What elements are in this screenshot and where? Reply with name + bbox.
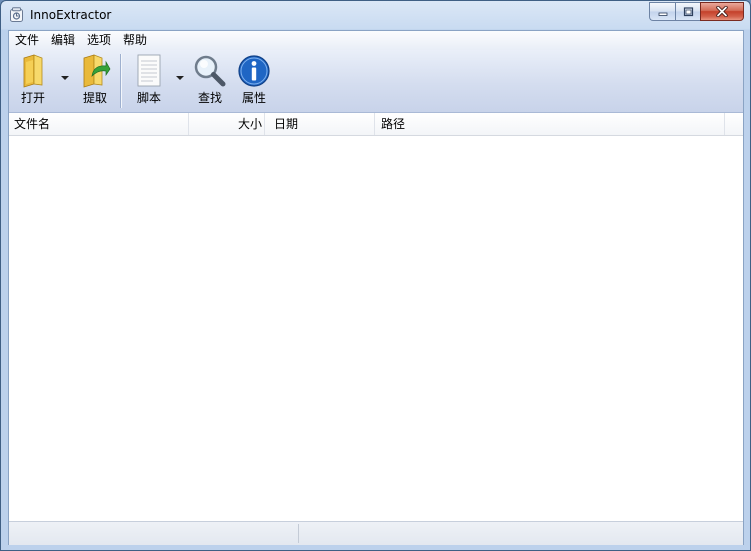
file-list[interactable] — [9, 136, 743, 522]
menu-options[interactable]: 选项 — [81, 31, 117, 50]
menu-edit[interactable]: 编辑 — [45, 31, 81, 50]
open-button[interactable]: 打开 — [16, 54, 50, 106]
extract-button[interactable]: 提取 — [78, 54, 112, 106]
properties-label: 属性 — [241, 91, 266, 105]
close-button[interactable] — [700, 2, 744, 21]
status-bar — [9, 521, 743, 545]
document-icon — [132, 54, 166, 88]
minimize-icon — [658, 12, 667, 16]
script-button[interactable]: 脚本 — [132, 54, 166, 106]
open-dropdown-arrow[interactable] — [61, 76, 69, 80]
main-window: InnoExtractor 文件 编辑 选项 帮助 打开 提取 脚本 查找 属性… — [0, 0, 751, 551]
open-label: 打开 — [20, 91, 45, 105]
info-icon — [237, 54, 271, 88]
file-list-header: 文件名 大小 日期 路径 — [9, 113, 743, 136]
minimize-button[interactable] — [649, 2, 675, 21]
window-title: InnoExtractor — [30, 8, 112, 22]
column-header-size[interactable]: 大小 — [189, 113, 265, 135]
folder-extract-icon — [78, 54, 112, 88]
app-icon — [10, 7, 23, 22]
column-header-filename[interactable]: 文件名 — [9, 113, 189, 135]
find-label: 查找 — [197, 91, 222, 105]
magnifier-icon — [193, 54, 227, 88]
menu-help[interactable]: 帮助 — [117, 31, 153, 50]
menu-bar: 文件 编辑 选项 帮助 — [9, 31, 743, 50]
toolbar-separator — [120, 54, 121, 108]
client-area: 文件 编辑 选项 帮助 打开 提取 脚本 查找 属性 文件名 大小 日期 路径 — [8, 30, 744, 545]
extract-label: 提取 — [82, 91, 107, 105]
properties-button[interactable]: 属性 — [237, 54, 271, 106]
toolbar: 打开 提取 脚本 查找 属性 — [9, 50, 743, 113]
script-label: 脚本 — [136, 91, 161, 105]
folder-icon — [16, 54, 50, 88]
close-icon — [716, 6, 728, 17]
column-header-date[interactable]: 日期 — [265, 113, 375, 135]
find-button[interactable]: 查找 — [193, 54, 227, 106]
column-header-path[interactable]: 路径 — [375, 113, 725, 135]
status-pane-2 — [299, 524, 743, 543]
menu-file[interactable]: 文件 — [9, 31, 45, 50]
script-dropdown-arrow[interactable] — [176, 76, 184, 80]
maximize-button[interactable] — [675, 2, 700, 21]
maximize-icon — [683, 6, 693, 16]
title-bar[interactable]: InnoExtractor — [1, 1, 750, 30]
status-pane-1 — [9, 524, 299, 543]
caption-buttons — [649, 2, 744, 21]
